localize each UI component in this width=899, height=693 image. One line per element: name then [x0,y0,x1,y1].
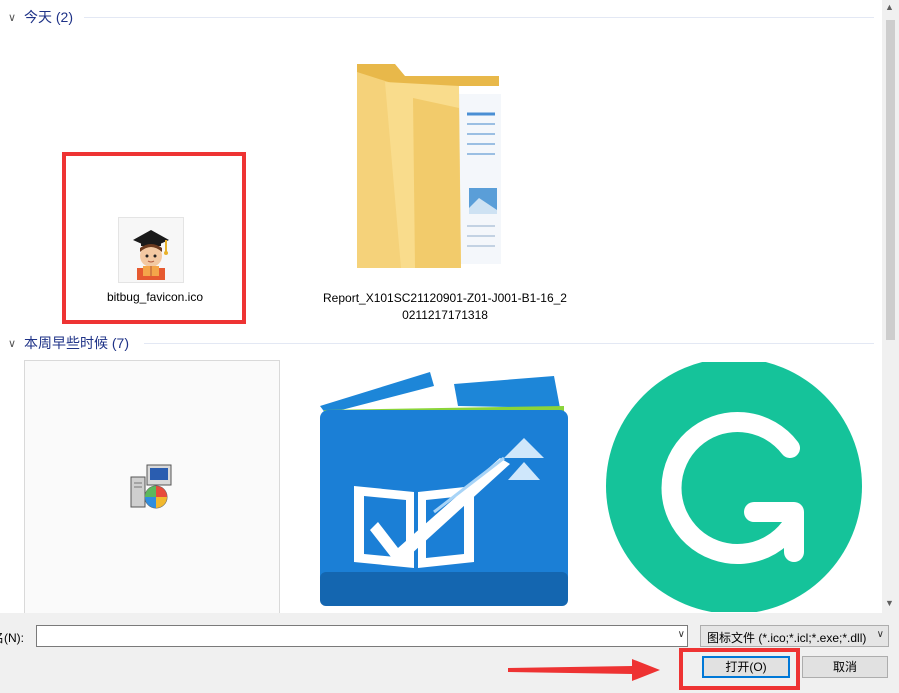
chevron-down-icon[interactable]: ∨ [8,337,22,350]
cancel-button[interactable]: 取消 [802,656,888,678]
file-item-grammarly[interactable] [604,358,864,613]
installer-package-icon [127,463,175,511]
group-label: 本周早些时候 (7) [24,335,129,351]
chevron-down-icon: ∨ [876,629,884,640]
file-item-installer[interactable] [24,360,280,613]
highlight-box-open [679,648,800,690]
file-item-blue-box[interactable] [314,362,574,612]
grammarly-g-icon [604,358,864,613]
file-list-pane: ∨ 今天 (2) bitbug_favicon.ico Report_X101S… [0,0,882,613]
dialog-footer: 名(N): ∨ 图标文件 (*.ico;*.icl;*.exe;*.dll) ∨… [0,613,899,693]
red-arrow-annotation [508,659,660,681]
group-header-today[interactable]: ∨ 今天 (2) [0,6,882,28]
blue-box-check-icon [314,362,574,612]
file-item-report-folder[interactable]: Report_X101SC21120901-Z01-J001-B1-16_2 0… [300,50,590,330]
group-label: 今天 (2) [24,9,73,25]
file-name-line2: 0211217171318 [402,308,488,322]
scroll-thumb[interactable] [886,20,895,340]
filename-label: 名(N): [0,631,24,645]
folder-icon [357,58,527,283]
group-divider [84,17,874,18]
filename-field[interactable]: ∨ [36,625,688,647]
group-divider [144,343,874,344]
file-type-filter[interactable]: 图标文件 (*.ico;*.icl;*.exe;*.dll) ∨ [700,625,889,647]
highlight-box-file [62,152,246,324]
filter-value: 图标文件 (*.ico;*.icl;*.exe;*.dll) [707,631,867,645]
file-name-line1: Report_X101SC21120901-Z01-J001-B1-16_2 [323,291,567,305]
scroll-up-icon[interactable]: ▲ [885,2,894,12]
vertical-scrollbar[interactable]: ▲ ▼ [882,0,899,613]
scroll-down-icon[interactable]: ▼ [885,598,894,608]
group-header-earlier-this-week[interactable]: ∨ 本周早些时候 (7) [0,332,882,354]
chevron-down-icon[interactable]: ∨ [8,11,22,24]
chevron-down-icon[interactable]: ∨ [678,629,685,640]
